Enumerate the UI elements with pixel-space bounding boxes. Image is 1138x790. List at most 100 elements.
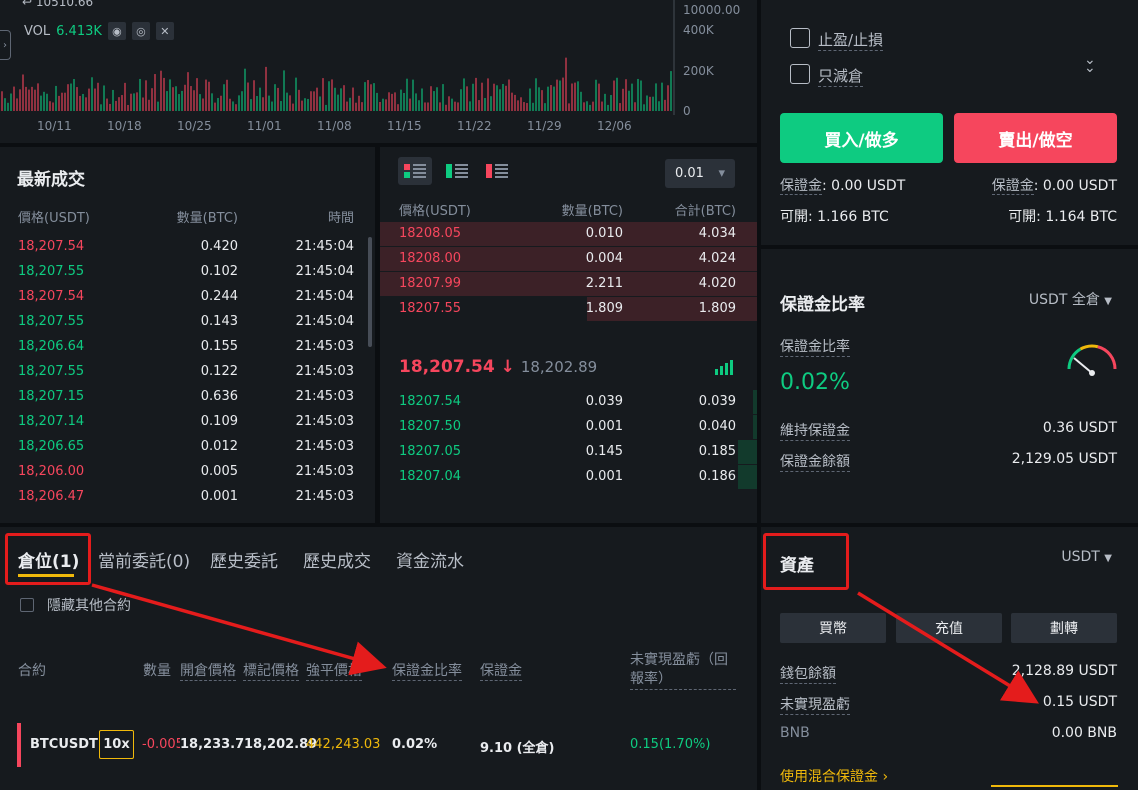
position-margin-ratio: 0.02% — [392, 737, 438, 752]
volume-bar — [19, 89, 21, 111]
buy-margin-value: : 0.00 USDT — [822, 178, 906, 194]
precision-value: 0.01 — [675, 166, 704, 181]
deposit-button[interactable]: 充值 — [896, 613, 1002, 643]
volume-bar — [484, 98, 486, 111]
buy-crypto-button[interactable]: 買幣 — [780, 613, 886, 643]
leverage-badge[interactable]: 10x — [99, 730, 134, 759]
volume-bar — [91, 77, 93, 111]
volume-bar — [94, 88, 96, 111]
trades-scrollbar[interactable] — [368, 237, 372, 347]
volume-bar — [604, 93, 606, 111]
orderbook-asks-icon[interactable] — [480, 157, 514, 185]
header-entry[interactable]: 開倉價格 — [180, 660, 236, 681]
position-margin[interactable]: 9.10 (全倉) — [480, 737, 554, 756]
tab-open-orders[interactable]: 當前委託(0) — [98, 547, 190, 572]
volume-bar — [631, 83, 633, 111]
header-liq[interactable]: 強平價格 — [306, 660, 362, 681]
volume-bar — [451, 98, 453, 111]
tab-trade-history[interactable]: 歷史成交 — [303, 547, 371, 572]
volume-bar — [343, 85, 345, 111]
kline-chart[interactable]: ↩ 10510.66 › VOL 6.413K ◉ ◎ ✕ 10000.00 4… — [0, 0, 757, 143]
volume-bar — [409, 98, 411, 111]
hide-other-checkbox[interactable] — [20, 598, 34, 612]
volume-bar — [262, 97, 264, 111]
eye-icon[interactable]: ◉ — [107, 22, 126, 40]
ob-qty: 0.004 — [585, 251, 623, 266]
reduce-only-label[interactable]: 只減倉 — [818, 65, 864, 87]
bid-row[interactable]: 18207.54 0.039 0.039 — [380, 390, 757, 414]
buy-long-button[interactable]: 買入/做多 — [780, 113, 943, 163]
volume-bar — [607, 104, 609, 111]
wallet-balance-label[interactable]: 錢包餘額 — [780, 663, 836, 684]
margin-balance-label[interactable]: 保證金餘額 — [780, 451, 850, 472]
volume-bar — [271, 101, 273, 111]
section-divider — [761, 245, 1138, 249]
maintenance-margin-label[interactable]: 維持保證金 — [780, 420, 850, 441]
volume-bar — [523, 102, 525, 111]
volume-bar — [637, 78, 639, 111]
trade-time: 21:45:04 — [295, 289, 354, 304]
header-margin-ratio[interactable]: 保證金比率 — [392, 660, 462, 681]
volume-bar — [229, 98, 231, 111]
margin-mode-select[interactable]: USDT 全倉 ▼ — [1029, 289, 1112, 309]
volume-bar — [310, 91, 312, 111]
tab-order-history[interactable]: 歷史委託 — [210, 547, 278, 572]
settings-icon[interactable]: ◎ — [131, 22, 150, 40]
tab-transaction-history[interactable]: 資金流水 — [396, 547, 464, 572]
position-symbol[interactable]: BTCUSDT — [30, 737, 98, 752]
volume-bar — [556, 79, 558, 111]
header-mark[interactable]: 標記價格 — [243, 660, 299, 681]
tp-sl-label[interactable]: 止盈/止損 — [818, 29, 884, 51]
precision-select[interactable]: 0.01 ▾ — [665, 159, 735, 188]
bid-row[interactable]: 18207.05 0.145 0.185 — [380, 440, 757, 464]
last-price: 18,207.54 ↓ 18,202.89 — [399, 357, 598, 377]
trade-row: 18,206.00 0.005 21:45:03 — [18, 459, 354, 484]
ask-row[interactable]: 18208.00 0.004 4.024 — [380, 247, 757, 271]
margin-ratio-label[interactable]: 保證金比率 — [780, 336, 850, 357]
header-pnl[interactable]: 未實現盈虧（回報率） — [630, 651, 736, 690]
sell-short-button[interactable]: 賣出/做空 — [954, 113, 1117, 163]
reduce-only-checkbox[interactable] — [790, 64, 810, 84]
trade-price: 18,206.65 — [18, 439, 85, 454]
volume-bar — [550, 85, 552, 111]
expand-panel-button[interactable]: › — [0, 30, 11, 60]
volume-bar — [163, 77, 165, 111]
buy-margin-label[interactable]: 保證金 — [780, 178, 822, 195]
volume-bar — [211, 93, 213, 111]
ob-price: 18207.99 — [399, 276, 462, 291]
hide-other-contracts[interactable]: 隱藏其他合約 — [20, 595, 131, 615]
volume-bar — [1, 91, 3, 111]
mixed-margin-link[interactable]: 使用混合保證金 › — [780, 766, 888, 786]
volume-bar — [439, 102, 441, 111]
unrealized-pnl-label[interactable]: 未實現盈虧 — [780, 694, 850, 715]
assets-currency-select[interactable]: USDT ▼ — [1061, 549, 1112, 565]
bid-row[interactable]: 18207.50 0.001 0.040 — [380, 415, 757, 439]
volume-bar — [97, 82, 99, 111]
volume-bar — [88, 88, 90, 111]
double-chevron-down-icon[interactable]: ⌄ ⌄ — [1084, 53, 1096, 75]
volume-bar — [301, 100, 303, 111]
volume-bar — [46, 93, 48, 111]
volume-bar — [526, 103, 528, 111]
tp-sl-checkbox[interactable] — [790, 28, 810, 48]
trades-header: 價格(USDT) 數量(BTC) 時間 — [18, 204, 354, 229]
transfer-button[interactable]: 劃轉 — [1011, 613, 1117, 643]
ask-row[interactable]: 18207.55 1.809 1.809 — [380, 297, 757, 321]
volume-bar — [547, 86, 549, 111]
ob-price: 18207.54 — [399, 394, 462, 409]
volume-bar — [487, 78, 489, 111]
volume-bar — [244, 68, 246, 111]
ask-row[interactable]: 18207.99 2.211 4.020 — [380, 272, 757, 296]
bid-row[interactable]: 18207.04 0.001 0.186 — [380, 465, 757, 489]
sell-margin-label[interactable]: 保證金 — [991, 178, 1034, 195]
orderbook-bids-icon[interactable] — [440, 157, 474, 185]
volume-bar — [82, 93, 84, 111]
orderbook-both-icon[interactable] — [398, 157, 432, 185]
volume-bar — [334, 87, 336, 111]
ask-row[interactable]: 18208.05 0.010 4.034 — [380, 222, 757, 246]
positions-panel: 倉位(1) 當前委託(0) 歷史委託 歷史成交 資金流水 隱藏其他合約 合約 數… — [0, 527, 757, 790]
close-icon[interactable]: ✕ — [155, 22, 174, 40]
x-label: 12/06 — [597, 119, 632, 133]
ob-total: 0.185 — [698, 444, 736, 459]
header-margin[interactable]: 保證金 — [480, 660, 522, 681]
